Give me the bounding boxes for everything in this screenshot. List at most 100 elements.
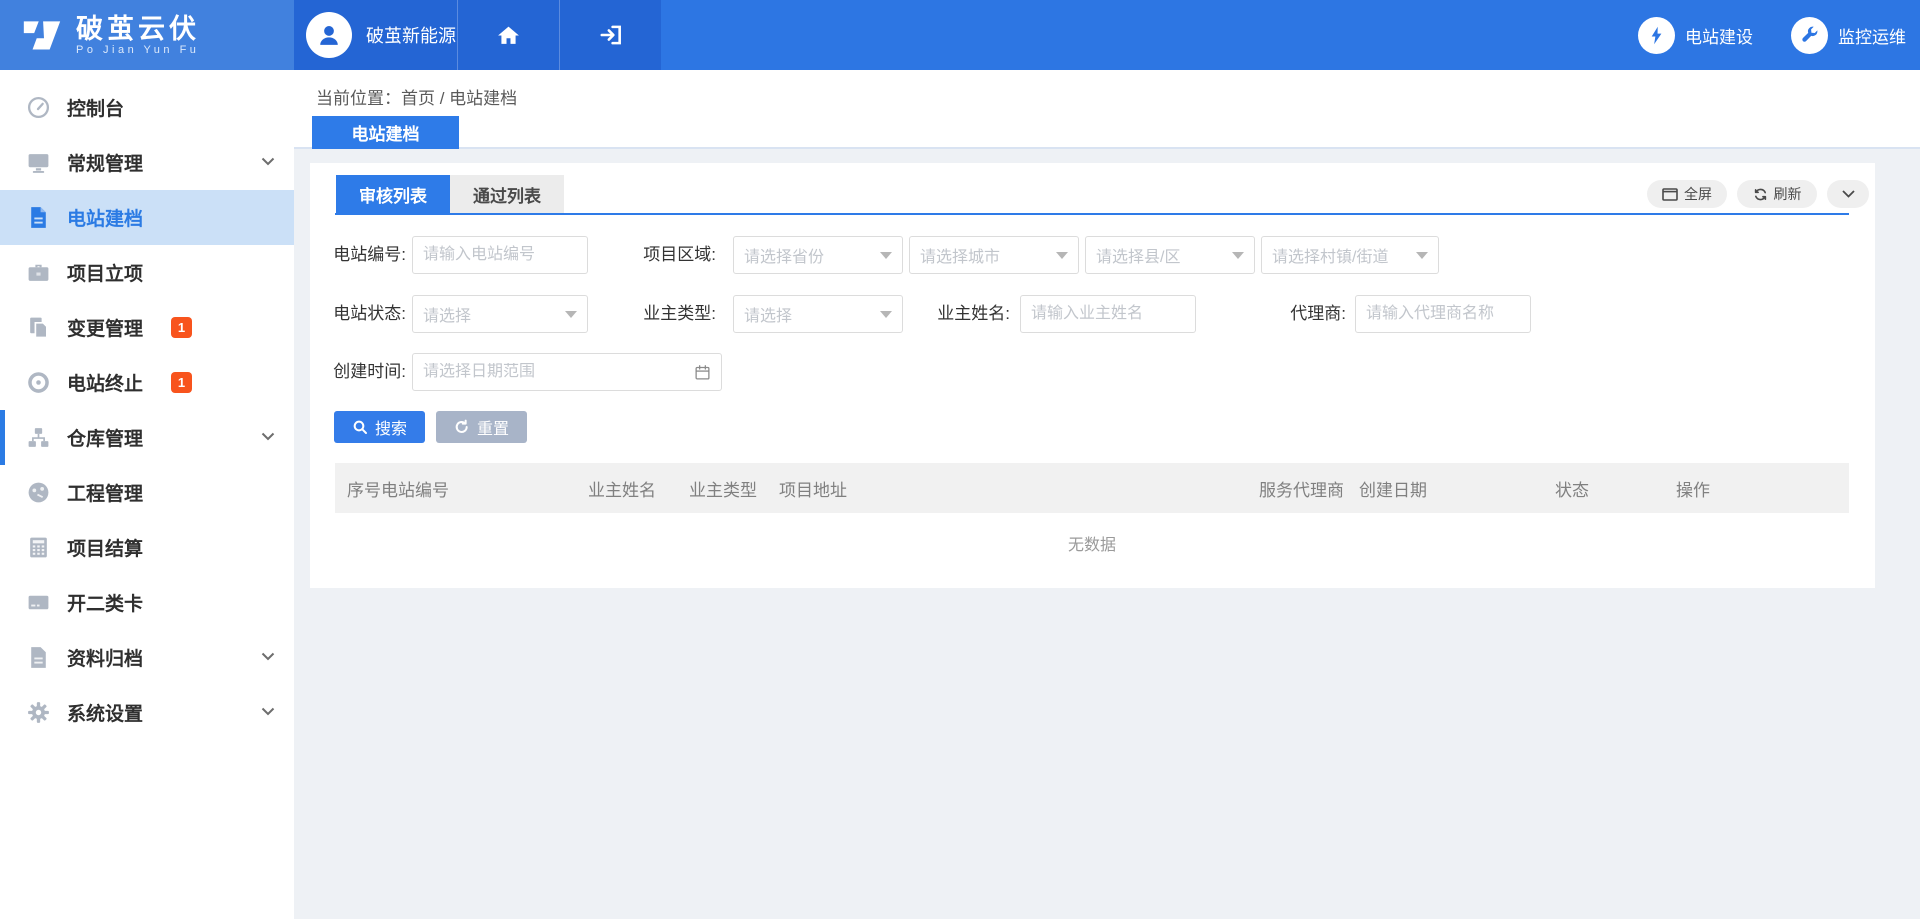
file-icon [25, 645, 51, 671]
tab-passed-list[interactable]: 通过列表 [450, 175, 564, 213]
refresh-icon [1753, 187, 1768, 202]
brand-title: 破茧云伏 [76, 14, 200, 44]
refresh-button[interactable]: 刷新 [1737, 180, 1817, 208]
sitemap-icon [25, 425, 51, 451]
search-label: 搜索 [375, 415, 407, 439]
tab-review-list[interactable]: 审核列表 [336, 175, 450, 213]
province-select[interactable]: 请选择省份 [733, 236, 903, 274]
wrench-icon [1791, 17, 1828, 54]
header-user-section: 破茧新能源 [294, 0, 661, 70]
owner-type-label: 业主类型: [628, 295, 716, 333]
fullscreen-button[interactable]: 全屏 [1647, 180, 1727, 208]
town-select[interactable]: 请选择村镇/街道 [1261, 236, 1439, 274]
chevron-down-icon [261, 652, 275, 661]
sidebar-item-change-mgmt[interactable]: 变更管理 1 [0, 300, 294, 355]
sidebar-item-open-card[interactable]: 开二类卡 [0, 575, 294, 630]
chevron-down-icon [261, 432, 275, 441]
city-placeholder: 请选择城市 [920, 243, 1050, 267]
collapse-toolbar-button[interactable] [1827, 180, 1869, 208]
table-header-row: 序号 电站编号 业主姓名 业主类型 项目地址 服务代理商 创建日期 状态 操作 [335, 463, 1849, 513]
sidebar-item-label: 项目结算 [67, 534, 143, 561]
mode-monitoring-label: 监控运维 [1838, 23, 1906, 48]
circle-dot-icon [25, 370, 51, 396]
date-range-picker[interactable] [412, 353, 722, 391]
owner-type-select[interactable]: 请选择 [733, 295, 903, 333]
calculator-icon [25, 535, 51, 561]
sidebar-item-label: 工程管理 [67, 479, 143, 506]
refresh-label: 刷新 [1774, 184, 1802, 204]
owner-name-input[interactable] [1020, 295, 1196, 333]
owner-name-label: 业主姓名: [922, 295, 1010, 333]
breadcrumb-bar: 当前位置：首页 / 电站建档 电站建档 [294, 70, 1920, 149]
agent-input[interactable] [1355, 295, 1531, 333]
col-index: 序号 [347, 476, 381, 501]
owner-type-placeholder: 请选择 [744, 302, 874, 326]
logout-icon [598, 22, 624, 48]
document-icon [25, 205, 51, 231]
sidebar-item-project-initiation[interactable]: 项目立项 [0, 245, 294, 300]
reset-icon [454, 419, 470, 435]
town-placeholder: 请选择村镇/街道 [1272, 243, 1410, 267]
chevron-down-icon [261, 707, 275, 716]
date-range-input[interactable] [413, 363, 694, 381]
active-indicator-bar [0, 410, 5, 465]
station-status-select[interactable]: 请选择 [412, 295, 588, 333]
empty-state-text: 无数据 [335, 513, 1849, 573]
col-status: 状态 [1555, 476, 1676, 501]
sidebar-item-label: 资料归档 [67, 644, 143, 671]
header-mode-switch: 电站建设 监控运维 [1638, 0, 1906, 70]
sidebar-item-station-filing[interactable]: 电站建档 [0, 190, 294, 245]
top-header: 破茧云伏 Po Jian Yun Fu 破茧新能源 [0, 0, 1920, 70]
station-no-input[interactable] [412, 236, 588, 274]
brand-logo: 破茧云伏 Po Jian Yun Fu [0, 0, 294, 70]
region-label: 项目区域: [628, 236, 716, 274]
sidebar-item-console[interactable]: 控制台 [0, 80, 294, 135]
pages-icon [25, 315, 51, 341]
notification-badge: 1 [171, 372, 192, 393]
sidebar-item-station-termination[interactable]: 电站终止 1 [0, 355, 294, 410]
logout-button[interactable] [560, 0, 661, 70]
calendar-icon [694, 364, 711, 381]
col-service-agent: 服务代理商 [1259, 476, 1359, 501]
app-root: 破茧云伏 Po Jian Yun Fu 破茧新能源 [0, 0, 1920, 919]
sidebar-item-label: 常规管理 [67, 149, 143, 176]
station-status-placeholder: 请选择 [423, 302, 559, 326]
col-actions: 操作 [1676, 476, 1846, 501]
user-avatar[interactable] [306, 12, 352, 58]
city-select[interactable]: 请选择城市 [909, 236, 1079, 274]
agent-label: 代理商: [1258, 295, 1346, 333]
sidebar-item-label: 系统设置 [67, 699, 143, 726]
brand-subtitle: Po Jian Yun Fu [76, 44, 200, 57]
sidebar-item-general-mgmt[interactable]: 常规管理 [0, 135, 294, 190]
mode-monitoring[interactable]: 监控运维 [1791, 17, 1906, 54]
lightning-icon [1638, 17, 1675, 54]
sidebar-item-data-archive[interactable]: 资料归档 [0, 630, 294, 685]
sidebar-item-engineering-mgmt[interactable]: 工程管理 [0, 465, 294, 520]
chevron-down-icon [261, 157, 275, 166]
mode-construction[interactable]: 电站建设 [1638, 17, 1753, 54]
sidebar-item-label: 变更管理 [67, 314, 143, 341]
col-owner-type: 业主类型 [689, 476, 779, 501]
reset-button[interactable]: 重置 [436, 411, 527, 443]
sidebar-item-warehouse-mgmt[interactable]: 仓库管理 [0, 410, 294, 465]
page-tab-station-filing[interactable]: 电站建档 [312, 116, 459, 149]
brand-logo-icon [20, 15, 64, 55]
content-panel: 审核列表 通过列表 全屏 刷新 电站编号: 项目区域: 请选择省份 [310, 163, 1875, 588]
col-station-no: 电站编号 [381, 476, 588, 501]
sidebar-item-project-settlement[interactable]: 项目结算 [0, 520, 294, 575]
notification-badge: 1 [171, 317, 192, 338]
gear-icon [25, 700, 51, 726]
caret-down-icon [1416, 252, 1428, 259]
search-button[interactable]: 搜索 [334, 411, 425, 443]
home-button[interactable] [458, 0, 559, 70]
tab-underline [335, 213, 1849, 215]
fullscreen-icon [1662, 188, 1678, 201]
chevron-down-icon [1842, 190, 1855, 198]
district-select[interactable]: 请选择县/区 [1085, 236, 1255, 274]
province-placeholder: 请选择省份 [744, 243, 874, 267]
station-no-label: 电站编号: [318, 236, 406, 274]
col-create-date: 创建日期 [1359, 476, 1555, 501]
bank-card-icon [25, 590, 51, 616]
sidebar-item-system-settings[interactable]: 系统设置 [0, 685, 294, 740]
caret-down-icon [880, 311, 892, 318]
